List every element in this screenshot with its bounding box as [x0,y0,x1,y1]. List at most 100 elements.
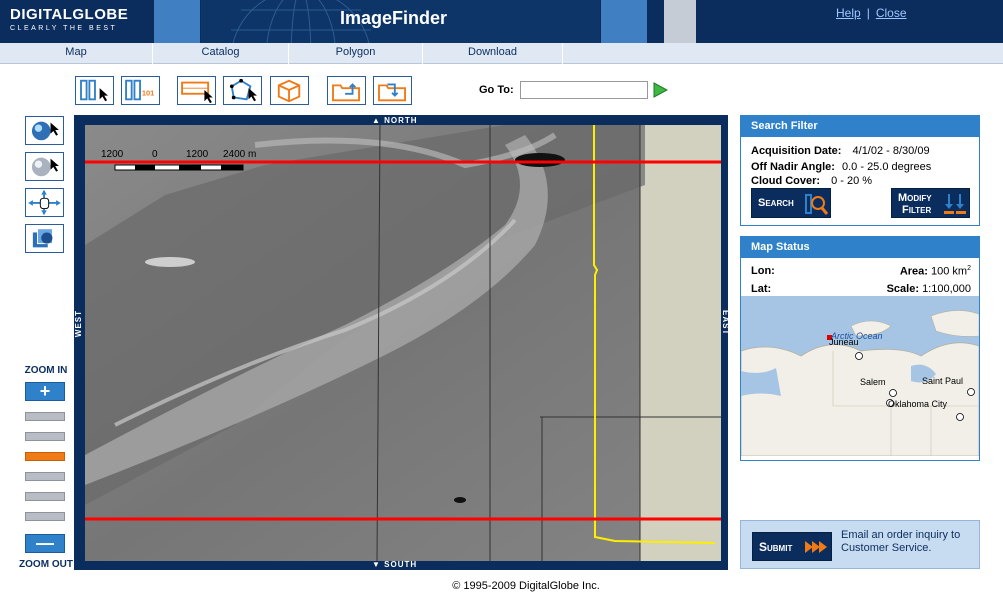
south-label: SOUTH [384,560,418,569]
acq-date-label: Acquisition Date: [751,145,842,157]
digitalglobe-logo[interactable]: DIGITALGLOBE CLEARLY THE BEST [10,6,140,38]
zoom-out-button[interactable]: — [25,534,65,553]
submit-description: Email an order inquiry to Customer Servi… [841,529,961,554]
cloud-value: 0 - 20 % [831,175,873,187]
footer-copyright: © 1995-2009 DigitalGlobe Inc. [452,580,600,592]
lon-label: Lon: [751,265,775,277]
header: DIGITALGLOBE CLEARLY THE BEST ImageFinde… [0,0,1003,43]
area-unit-exponent: 2 [967,265,971,272]
open-folder-tool[interactable] [327,76,366,105]
save-folder-icon [378,83,406,102]
modify-filter-button[interactable]: Modify Filter [891,188,970,218]
west-label: WEST [74,310,83,338]
east-label: EAST [721,310,730,336]
area-value: 100 km [931,265,968,278]
satellite-map-view[interactable]: 1200 0 1200 2400 m [85,125,721,561]
select-rectangle-icon [181,81,213,104]
link-separator: | [866,6,870,20]
goto-button[interactable] [652,82,669,98]
header-accent-block-2 [601,0,647,43]
help-link[interactable]: Help [836,6,861,20]
zoom-in-button[interactable]: + [25,382,65,401]
pan-west-button[interactable]: WEST [74,310,84,337]
scale-label: Scale: [886,283,919,295]
zoom-level-2[interactable] [25,432,65,441]
cloud-label: Cloud Cover: [751,175,821,187]
tab-download[interactable]: Download [423,43,563,64]
tab-polygon[interactable]: Polygon [289,43,423,64]
satellite-imagery [85,125,721,561]
label-juneau: Juneau [829,337,859,347]
pan-south-button[interactable]: ▼ SOUTH [372,560,417,569]
scale-readout: Scale: 1:100,000 [887,283,971,295]
select-101-tool[interactable]: 101 [121,76,160,105]
zoom-level-5[interactable] [25,492,65,501]
search-button[interactable]: Search [751,188,831,218]
scale-label-2400: 2400 m [223,149,257,160]
map-frame: ▲ NORTH ▼ SOUTH WEST EAST 1200 0 1200 24… [74,115,730,570]
select-cube-tool[interactable] [270,76,309,105]
tab-map[interactable]: Map [0,43,153,64]
area-label: Area: [899,265,928,278]
globe-select-tool[interactable] [25,116,64,145]
nadir-value: 0.0 - 25.0 degrees [842,161,932,173]
nadir-label: Off Nadir Angle: [751,161,835,173]
scale-value: 1:100,000 [922,283,971,295]
zoom-level-1[interactable] [25,412,65,421]
label-salem: Salem [860,377,886,387]
search-button-label: Search [758,197,794,209]
select-rectangle-tool[interactable] [177,76,216,105]
lat-label: Lat: [751,283,772,295]
globe-info-tool[interactable] [25,152,64,181]
globe-info-icon [31,157,59,177]
pan-tool[interactable] [25,188,64,217]
header-links: Help | Close [836,6,907,20]
tab-catalog[interactable]: Catalog [153,43,289,64]
search-icon [805,194,828,215]
area-readout: Area: 100 km2 [900,265,971,278]
zoom-in-label: ZOOM IN [24,365,68,376]
select-columns-tool[interactable] [75,76,114,105]
zoom-level-4[interactable] [25,472,65,481]
select-columns-icon [80,79,108,102]
app-title: ImageFinder [340,8,448,28]
pan-east-button[interactable]: EAST [720,310,730,335]
header-accent-block [154,0,200,43]
submit-button[interactable]: Submit [752,532,832,561]
scale-label-0: 0 [152,149,158,160]
overview-map[interactable]: Arctic Ocean Juneau Salem Saint Paul Okl… [741,296,979,456]
filter-label: Filter [902,204,932,216]
goto-label: Go To: [479,84,514,96]
ocean-edge-area [640,125,721,561]
goto-input[interactable] [520,81,648,99]
search-filter-details: Acquisition Date: 4/1/02 - 8/30/09 Off N… [751,143,931,188]
close-link[interactable]: Close [876,6,907,20]
select-polygon-tool[interactable] [223,76,262,105]
zoom-level-3-active[interactable] [25,452,65,461]
open-folder-icon [332,83,360,102]
search-filter-panel: Search Filter Acquisition Date: 4/1/02 -… [740,115,980,226]
select-101-icon: 101 [125,79,154,101]
header-accent-block-3 [664,0,696,43]
double-arrow-icon [805,541,827,553]
zoom-level-6[interactable] [25,512,65,521]
search-filter-title: Search Filter [741,116,979,137]
main-nav: Map Catalog Polygon Download [0,43,1003,64]
select-polygon-icon [229,78,257,102]
layers-icon [32,228,53,248]
play-arrow-icon [653,82,669,98]
label-saint-paul: Saint Paul [922,376,964,386]
save-folder-tool[interactable] [373,76,412,105]
submit-panel: Submit Email an order inquiry to Custome… [740,520,980,569]
pan-hand-icon [28,189,61,216]
scale-bar [114,164,244,171]
pan-north-button[interactable]: ▲ NORTH [372,116,418,125]
scale-label-1200-left: 1200 [101,149,124,160]
label-oklahoma-city: Oklahoma City [888,399,948,409]
map-status-panel: Map Status Lon: Lat: Area: 100 km2 Scale… [740,236,980,461]
brand-tagline: CLEARLY THE BEST [10,25,118,32]
layers-tool[interactable] [25,224,64,253]
map-status-title: Map Status [741,237,979,258]
scale-label-1200-right: 1200 [186,149,209,160]
north-label: NORTH [384,116,418,125]
